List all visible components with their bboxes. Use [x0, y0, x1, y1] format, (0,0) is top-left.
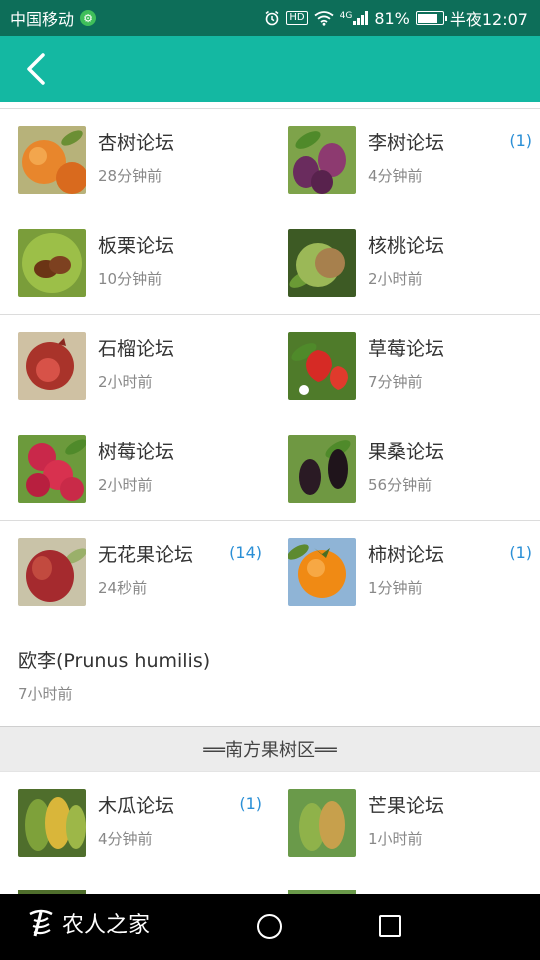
- chestnut-thumbnail: [18, 228, 86, 297]
- pomegranate-thumbnail: [18, 332, 86, 400]
- section-header-southern: ══南方果树区══: [0, 725, 540, 772]
- status-bar: 中国移动 ⚙ HD 4G 81% 半夜12:07: [0, 0, 540, 36]
- last-post-time: 4分钟前: [368, 167, 423, 185]
- back-button[interactable]: [18, 50, 54, 88]
- forum-item[interactable]: 核桃论坛 2小时前: [270, 212, 540, 315]
- forum-row: 板栗论坛 10分钟前 核桃论坛 2小时前: [0, 212, 540, 315]
- strawberry-thumbnail: [288, 332, 356, 400]
- forum-item[interactable]: 柿树论坛 1分钟前 (1): [270, 521, 540, 624]
- forum-name: 无花果论坛: [98, 544, 194, 566]
- carrier-badge-icon: ⚙: [80, 10, 97, 26]
- network-type: 4G: [339, 11, 353, 21]
- last-post-time: 2小时前: [98, 475, 153, 494]
- forum-row: 石榴论坛 2小时前 草莓论坛 7分钟前: [0, 315, 540, 418]
- forum-item[interactable]: 杏树论坛 28分钟前: [0, 109, 270, 212]
- back-arrow-icon: [27, 53, 45, 85]
- forum-name: 果桑论坛: [368, 440, 445, 463]
- forum-item[interactable]: 木瓜论坛 4分钟前 (1): [0, 772, 270, 875]
- walnut-thumbnail: [288, 228, 356, 297]
- forum-name: 芒果论坛: [368, 794, 445, 817]
- forum-item[interactable]: 草莓论坛 7分钟前: [270, 315, 540, 418]
- forum-name: 树莓论坛: [98, 440, 175, 463]
- unread-count-badge: (14): [229, 543, 262, 562]
- forum-name: 柿树论坛: [368, 544, 445, 566]
- recents-button[interactable]: [379, 915, 401, 937]
- forum-name: 板栗论坛: [98, 234, 175, 257]
- fig-thumbnail: [18, 538, 86, 606]
- forum-name: 草莓论坛: [368, 338, 445, 360]
- forum-item[interactable]: 树莓论坛 2小时前: [0, 418, 270, 521]
- signal-icon: 4G: [340, 11, 369, 25]
- brand-logo: 农人之家: [24, 906, 150, 940]
- forum-name: 核桃论坛: [368, 234, 445, 257]
- home-button[interactable]: [257, 914, 282, 939]
- last-post-time: 10分钟前: [98, 269, 163, 288]
- last-post-time: 1小时前: [368, 829, 423, 848]
- unread-count-badge: (1): [239, 793, 262, 813]
- forum-item[interactable]: 芒果论坛 1小时前: [270, 772, 540, 875]
- brand-name: 农人之家: [62, 913, 151, 938]
- forum-list[interactable]: 杏树论坛 28分钟前 李树论坛 4分钟前 (1) 板栗论坛 10分钟前 核桃论坛 2小时前 石榴论…: [0, 102, 540, 894]
- unread-count-badge: (1): [509, 131, 532, 150]
- forum-item[interactable]: 果桑论坛 56分钟前: [270, 418, 540, 521]
- forum-row: 木瓜论坛 4分钟前 (1) 芒果论坛 1小时前: [0, 772, 540, 875]
- forum-row: 树莓论坛 2小时前 果桑论坛 56分钟前: [0, 418, 540, 521]
- last-post-time: 2小时前: [368, 269, 423, 288]
- last-post-time: 28分钟前: [98, 167, 163, 185]
- unread-count-badge: (1): [509, 543, 532, 562]
- navigation-bar: 农人之家: [0, 894, 540, 960]
- forum-name: 欧李(Prunus humilis): [18, 649, 211, 672]
- forum-group: 杏树论坛 28分钟前 李树论坛 4分钟前 (1) 板栗论坛 10分钟前 核桃论坛 2小时前: [0, 108, 540, 314]
- forum-item[interactable]: 无花果论坛 24秒前 (14): [0, 521, 270, 624]
- forum-item[interactable]: 石榴论坛 2小时前: [0, 315, 270, 418]
- forum-group: 石榴论坛 2小时前 草莓论坛 7分钟前 树莓论坛 2小时前 果桑论坛 56分钟前: [0, 314, 540, 520]
- battery-percent: 81%: [374, 8, 410, 28]
- hd-icon: HD: [286, 11, 308, 25]
- carrier-name: 中国移动: [10, 10, 75, 29]
- raspberry-thumbnail: [18, 434, 86, 503]
- forum-name: 石榴论坛: [98, 338, 175, 360]
- last-post-time: 2小时前: [98, 373, 153, 391]
- battery-icon: [415, 11, 447, 25]
- forum-name: 杏树论坛: [98, 132, 175, 154]
- wifi-icon: [314, 10, 334, 26]
- section-header-label: ══南方果树区══: [203, 739, 337, 761]
- last-post-time: 7分钟前: [368, 373, 423, 391]
- clock: 半夜12:07: [449, 10, 528, 29]
- forum-group: 无花果论坛 24秒前 (14) 柿树论坛 1分钟前 (1) 欧李(Prunus humili…: [0, 520, 540, 726]
- forum-item[interactable]: 板栗论坛 10分钟前: [0, 212, 270, 315]
- persimmon-thumbnail: [288, 538, 356, 606]
- forum-name: 木瓜论坛: [98, 794, 175, 817]
- forum-item-wide[interactable]: 欧李(Prunus humilis) 7小时前: [0, 624, 540, 726]
- apricot-thumbnail: [18, 126, 86, 194]
- forum-name: 李树论坛: [368, 132, 445, 154]
- last-post-time: 4分钟前: [98, 829, 153, 848]
- last-post-time: 1分钟前: [368, 579, 423, 597]
- papaya-thumbnail: [18, 788, 86, 857]
- forum-row: 杏树论坛 28分钟前 李树论坛 4分钟前 (1): [0, 109, 540, 212]
- forum-row: 无花果论坛 24秒前 (14) 柿树论坛 1分钟前 (1): [0, 521, 540, 624]
- brand-logo-icon: [29, 909, 53, 937]
- alarm-icon: [264, 10, 280, 26]
- mango-thumbnail: [288, 788, 356, 857]
- last-post-time: 7小时前: [18, 684, 73, 703]
- forum-item[interactable]: 李树论坛 4分钟前 (1): [270, 109, 540, 212]
- app-bar: [0, 36, 540, 102]
- mulberry-thumbnail: [288, 434, 356, 503]
- plum-thumbnail: [288, 126, 356, 194]
- last-post-time: 24秒前: [98, 579, 148, 597]
- last-post-time: 56分钟前: [368, 475, 433, 494]
